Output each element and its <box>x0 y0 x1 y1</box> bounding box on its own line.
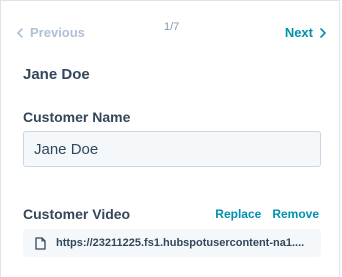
video-actions: Replace Remove <box>215 207 319 221</box>
customer-name-input[interactable] <box>23 131 321 167</box>
customer-video-label: Customer Video <box>23 206 131 222</box>
chevron-right-icon <box>320 27 326 38</box>
record-panel: Previous 1/7 Next Jane Doe Customer Name… <box>0 0 340 277</box>
chevron-left-icon <box>17 27 23 38</box>
pager: Previous 1/7 Next <box>1 21 339 45</box>
next-label: Next <box>284 25 313 40</box>
next-button[interactable]: Next <box>285 25 327 40</box>
replace-button[interactable]: Replace <box>215 207 261 221</box>
video-file-link[interactable]: https://23211225.fs1.hubspotusercontent-… <box>56 237 318 249</box>
record-title: Jane Doe <box>23 66 90 83</box>
remove-button[interactable]: Remove <box>272 207 319 221</box>
video-file-row: https://23211225.fs1.hubspotusercontent-… <box>23 229 321 257</box>
record-counter: 1/7 <box>164 21 180 33</box>
previous-label: Previous <box>30 25 85 40</box>
previous-button[interactable]: Previous <box>16 25 85 40</box>
file-icon <box>35 236 46 250</box>
customer-name-label: Customer Name <box>23 109 131 125</box>
